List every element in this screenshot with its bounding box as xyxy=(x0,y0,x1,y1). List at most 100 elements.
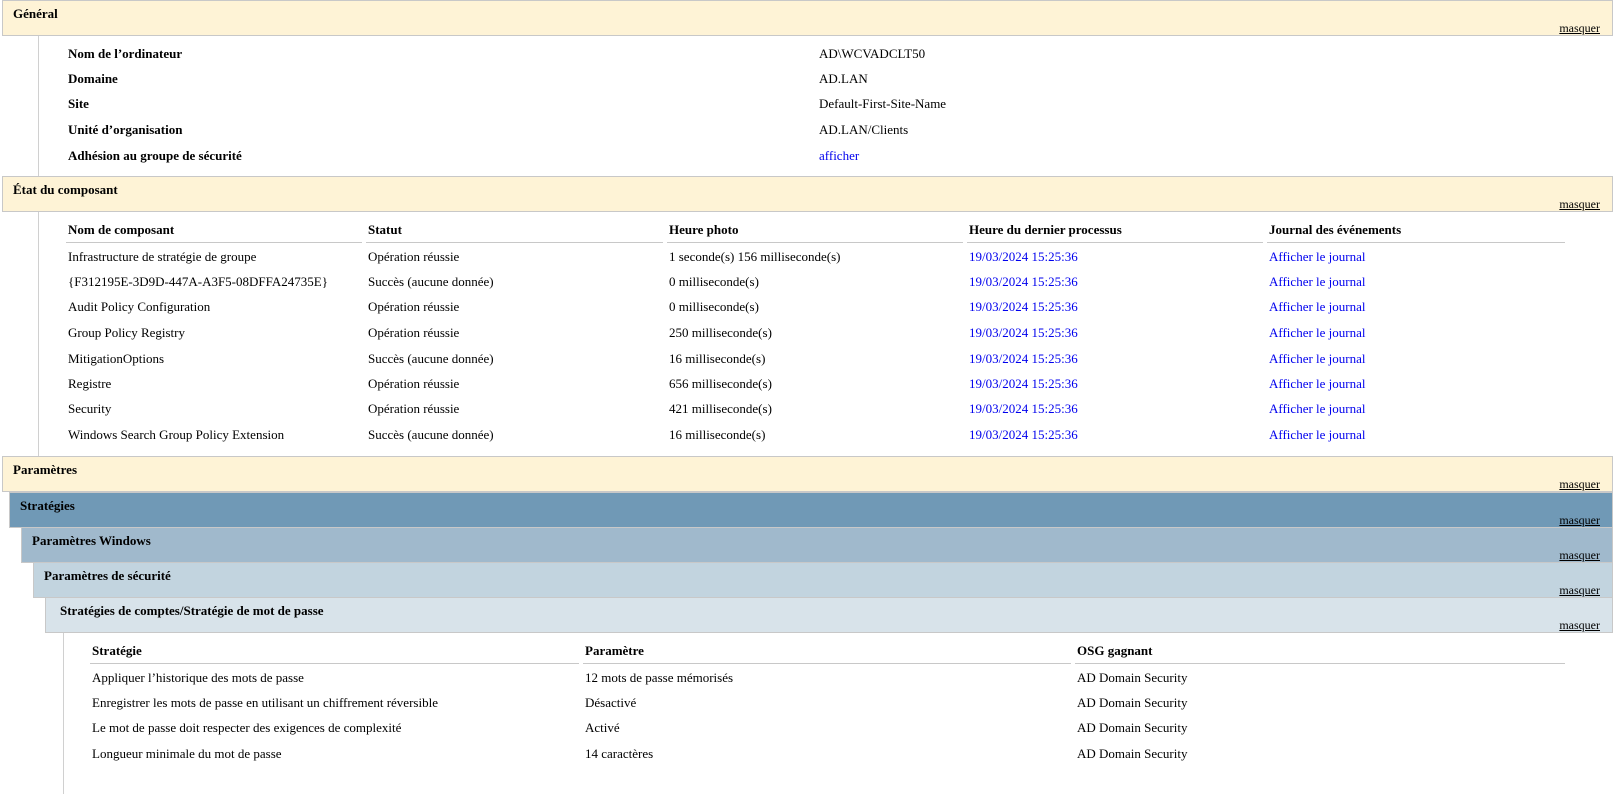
component-view-log-link[interactable]: Afficher le journal xyxy=(1269,351,1366,367)
component-name: Security xyxy=(68,401,112,416)
settings-header: Paramètres masquer xyxy=(2,456,1613,492)
component-view-log-link[interactable]: Afficher le journal xyxy=(1269,299,1366,315)
col-header-winning-gpo: OSG gagnant xyxy=(1077,643,1153,658)
component-status: Succès (aucune donnée) xyxy=(368,351,494,366)
component-last-process-link[interactable]: 19/03/2024 15:25:36 xyxy=(969,376,1078,392)
component-name: Windows Search Group Policy Extension xyxy=(68,427,285,442)
policy-name: Enregistrer les mots de passe en utilisa… xyxy=(92,695,438,710)
policies-title: Stratégies xyxy=(20,498,75,513)
header-divider xyxy=(967,242,1263,243)
general-label-site: Site xyxy=(68,96,89,111)
components-header: État du composant masquer xyxy=(2,176,1613,212)
component-status: Opération réussie xyxy=(368,376,460,391)
component-status: Succès (aucune donnée) xyxy=(368,427,494,442)
component-name: Group Policy Registry xyxy=(68,325,185,340)
settings-title: Paramètres xyxy=(13,462,78,477)
components-title: État du composant xyxy=(13,182,118,197)
policies-hide-link[interactable]: masquer xyxy=(1559,513,1600,528)
component-view-log-link[interactable]: Afficher le journal xyxy=(1269,401,1366,417)
general-value-domain: AD.LAN xyxy=(819,71,868,86)
component-view-log-link[interactable]: Afficher le journal xyxy=(1269,325,1366,341)
header-divider xyxy=(1075,663,1565,664)
component-status: Opération réussie xyxy=(368,249,460,264)
policy-winning-gpo: AD Domain Security xyxy=(1077,720,1188,735)
policy-name: Le mot de passe doit respecter des exige… xyxy=(92,720,402,735)
component-photo-time: 16 milliseconde(s) xyxy=(669,351,766,366)
component-name: {F312195E-3D9D-447A-A3F5-08DFFA24735E} xyxy=(68,274,328,289)
component-status: Opération réussie xyxy=(368,325,460,340)
component-photo-time: 656 milliseconde(s) xyxy=(669,376,772,391)
security-settings-hide-link[interactable]: masquer xyxy=(1559,583,1600,598)
component-view-log-link[interactable]: Afficher le journal xyxy=(1269,376,1366,392)
component-view-log-link[interactable]: Afficher le journal xyxy=(1269,274,1366,290)
policy-winning-gpo: AD Domain Security xyxy=(1077,670,1188,685)
general-label-domain: Domaine xyxy=(68,71,118,86)
windows-settings-header: Paramètres Windows masquer xyxy=(21,527,1613,563)
component-status: Opération réussie xyxy=(368,299,460,314)
col-header-event-log: Journal des événements xyxy=(1269,222,1402,237)
header-divider xyxy=(66,242,362,243)
component-last-process-link[interactable]: 19/03/2024 15:25:36 xyxy=(969,351,1078,367)
component-name: Infrastructure de stratégie de groupe xyxy=(68,249,257,264)
show-groups-link[interactable]: afficher xyxy=(819,148,859,164)
component-photo-time: 421 milliseconde(s) xyxy=(669,401,772,416)
policy-setting: Désactivé xyxy=(585,695,637,710)
password-policy-hide-link[interactable]: masquer xyxy=(1559,618,1600,633)
windows-settings-hide-link[interactable]: masquer xyxy=(1559,548,1600,563)
windows-settings-title: Paramètres Windows xyxy=(32,533,151,548)
header-divider xyxy=(90,663,579,664)
policies-header: Stratégies masquer xyxy=(9,492,1613,528)
component-photo-time: 0 milliseconde(s) xyxy=(669,274,759,289)
settings-hide-link[interactable]: masquer xyxy=(1559,477,1600,492)
policy-winning-gpo: AD Domain Security xyxy=(1077,746,1188,761)
component-last-process-link[interactable]: 19/03/2024 15:25:36 xyxy=(969,401,1078,417)
policy-setting: 12 mots de passe mémorisés xyxy=(585,670,734,685)
component-last-process-link[interactable]: 19/03/2024 15:25:36 xyxy=(969,249,1078,265)
policy-setting: 14 caractères xyxy=(585,746,654,761)
component-last-process-link[interactable]: 19/03/2024 15:25:36 xyxy=(969,325,1078,341)
password-policy-header: Stratégies de comptes/Stratégie de mot d… xyxy=(45,597,1613,633)
col-header-component: Nom de composant xyxy=(68,222,175,237)
general-body xyxy=(38,36,40,176)
component-photo-time: 1 seconde(s) 156 milliseconde(s) xyxy=(669,249,841,264)
col-header-photo: Heure photo xyxy=(669,222,739,237)
general-label-computer: Nom de l’ordinateur xyxy=(68,46,183,61)
component-photo-time: 16 milliseconde(s) xyxy=(669,427,766,442)
general-value-ou: AD.LAN/Clients xyxy=(819,122,909,137)
component-status: Succès (aucune donnée) xyxy=(368,274,494,289)
policy-setting: Activé xyxy=(585,720,620,735)
password-policy-body xyxy=(63,633,65,794)
component-name: Audit Policy Configuration xyxy=(68,299,211,314)
component-name: Registre xyxy=(68,376,112,391)
component-view-log-link[interactable]: Afficher le journal xyxy=(1269,249,1366,265)
security-settings-title: Paramètres de sécurité xyxy=(44,568,171,583)
policy-name: Longueur minimale du mot de passe xyxy=(92,746,282,761)
security-settings-header: Paramètres de sécurité masquer xyxy=(33,562,1613,598)
component-view-log-link[interactable]: Afficher le journal xyxy=(1269,427,1366,443)
component-photo-time: 0 milliseconde(s) xyxy=(669,299,759,314)
component-photo-time: 250 milliseconde(s) xyxy=(669,325,772,340)
general-label-ou: Unité d’organisation xyxy=(68,122,183,137)
header-divider xyxy=(366,242,663,243)
component-last-process-link[interactable]: 19/03/2024 15:25:36 xyxy=(969,274,1078,290)
components-body xyxy=(38,212,40,456)
col-header-setting: Paramètre xyxy=(585,643,644,658)
general-title: Général xyxy=(13,6,58,21)
component-status: Opération réussie xyxy=(368,401,460,416)
component-last-process-link[interactable]: 19/03/2024 15:25:36 xyxy=(969,427,1078,443)
general-value-site: Default-First-Site-Name xyxy=(819,96,947,111)
general-hide-link[interactable]: masquer xyxy=(1559,21,1600,36)
policy-name: Appliquer l’historique des mots de passe xyxy=(92,670,304,685)
component-name: MitigationOptions xyxy=(68,351,165,366)
col-header-status: Statut xyxy=(368,222,402,237)
general-header: Général masquer xyxy=(2,0,1613,36)
header-divider xyxy=(583,663,1071,664)
col-header-policy: Stratégie xyxy=(92,643,142,658)
header-divider xyxy=(1267,242,1565,243)
header-divider xyxy=(667,242,963,243)
general-value-computer: AD\WCVADCLT50 xyxy=(819,46,926,61)
password-policy-title: Stratégies de comptes/Stratégie de mot d… xyxy=(60,603,324,618)
component-last-process-link[interactable]: 19/03/2024 15:25:36 xyxy=(969,299,1078,315)
components-hide-link[interactable]: masquer xyxy=(1559,197,1600,212)
col-header-last-process: Heure du dernier processus xyxy=(969,222,1122,237)
